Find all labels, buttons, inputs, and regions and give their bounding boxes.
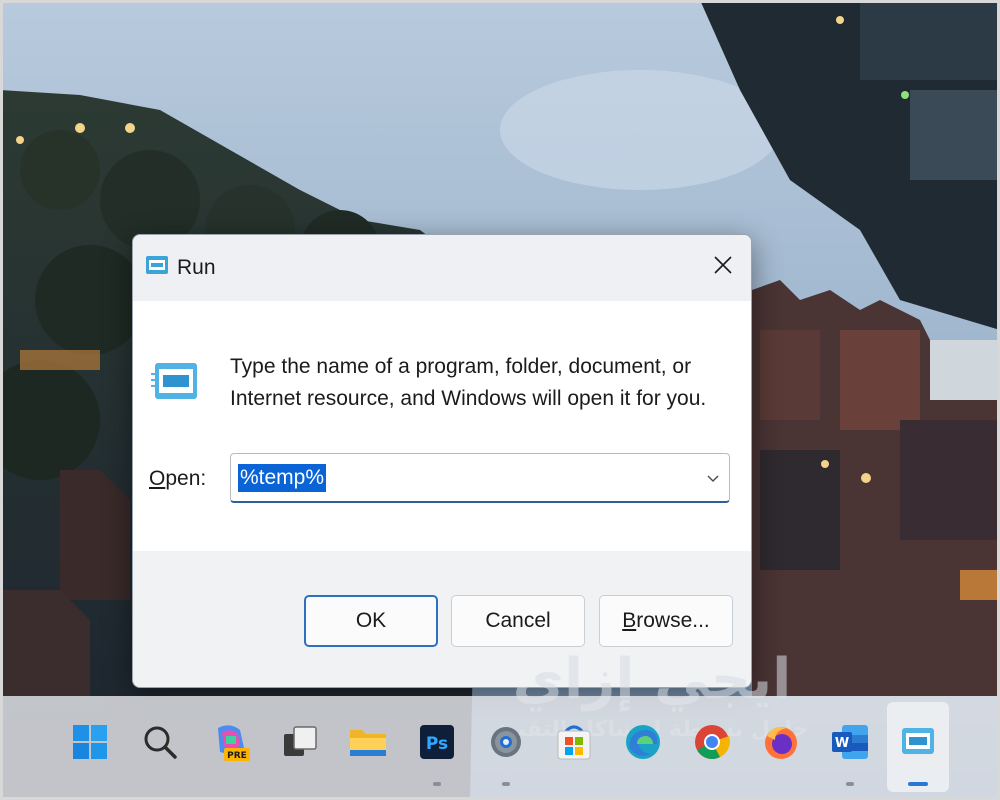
firefox-icon xyxy=(761,722,801,767)
run-icon xyxy=(145,255,169,275)
file-explorer-icon xyxy=(348,724,388,765)
start-button[interactable] xyxy=(66,720,114,768)
settings-gear-icon xyxy=(486,722,526,767)
running-indicator xyxy=(502,782,510,786)
open-input-value[interactable]: %temp% xyxy=(238,464,327,492)
browse-label-text: rowse... xyxy=(636,609,710,632)
edge-icon xyxy=(623,722,663,767)
copilot-icon: PRE xyxy=(210,722,250,767)
cancel-button[interactable]: Cancel xyxy=(451,595,585,647)
taskbar-photoshop-button[interactable]: Ps xyxy=(413,720,461,768)
taskbar-file-explorer-button[interactable] xyxy=(344,720,392,768)
run-dialog: Run Type the name of a program, folder, … xyxy=(132,234,752,688)
open-combobox[interactable]: %temp% xyxy=(230,453,730,503)
taskbar-copilot-button[interactable]: PRE xyxy=(206,720,254,768)
taskbar-settings-button[interactable] xyxy=(482,720,530,768)
dialog-title: Run xyxy=(177,256,216,279)
taskbar-task-view-button[interactable] xyxy=(276,720,324,768)
taskbar-edge-button[interactable] xyxy=(619,720,667,768)
open-label: Open: xyxy=(149,467,206,491)
chevron-down-icon[interactable] xyxy=(705,470,721,486)
task-view-icon xyxy=(282,724,318,765)
taskbar: PRE Ps W xyxy=(3,696,997,797)
chrome-icon xyxy=(692,722,732,767)
active-indicator xyxy=(908,782,928,786)
browse-button[interactable]: Browse... xyxy=(599,595,733,647)
close-button[interactable] xyxy=(703,247,743,287)
taskbar-search-button[interactable] xyxy=(136,720,184,768)
close-icon xyxy=(714,255,732,279)
dialog-titlebar[interactable]: Run xyxy=(133,235,751,301)
taskbar-firefox-button[interactable] xyxy=(757,720,805,768)
ok-button[interactable]: OK xyxy=(304,595,438,647)
photoshop-label: Ps xyxy=(426,734,448,754)
word-label: W xyxy=(835,736,849,751)
run-icon xyxy=(900,726,936,763)
taskbar-run-button[interactable] xyxy=(894,720,942,768)
windows-start-icon xyxy=(72,724,108,765)
word-icon: W xyxy=(830,723,870,766)
dialog-body: Type the name of a program, folder, docu… xyxy=(133,301,751,551)
browse-mnemonic: B xyxy=(622,609,637,632)
run-program-icon xyxy=(151,361,199,403)
microsoft-store-icon xyxy=(556,723,592,766)
running-indicator xyxy=(846,782,854,786)
copilot-badge: PRE xyxy=(227,751,247,761)
taskbar-word-button[interactable]: W xyxy=(826,720,874,768)
running-indicator xyxy=(433,782,441,786)
open-label-mnemonic: O xyxy=(149,467,166,490)
taskbar-chrome-button[interactable] xyxy=(688,720,736,768)
dialog-footer: OK Cancel Browse... xyxy=(133,551,751,687)
search-icon xyxy=(142,724,178,765)
photoshop-icon: Ps xyxy=(419,724,455,765)
taskbar-store-button[interactable] xyxy=(550,720,598,768)
dialog-description: Type the name of a program, folder, docu… xyxy=(230,355,707,410)
open-label-text: pen: xyxy=(165,467,207,490)
